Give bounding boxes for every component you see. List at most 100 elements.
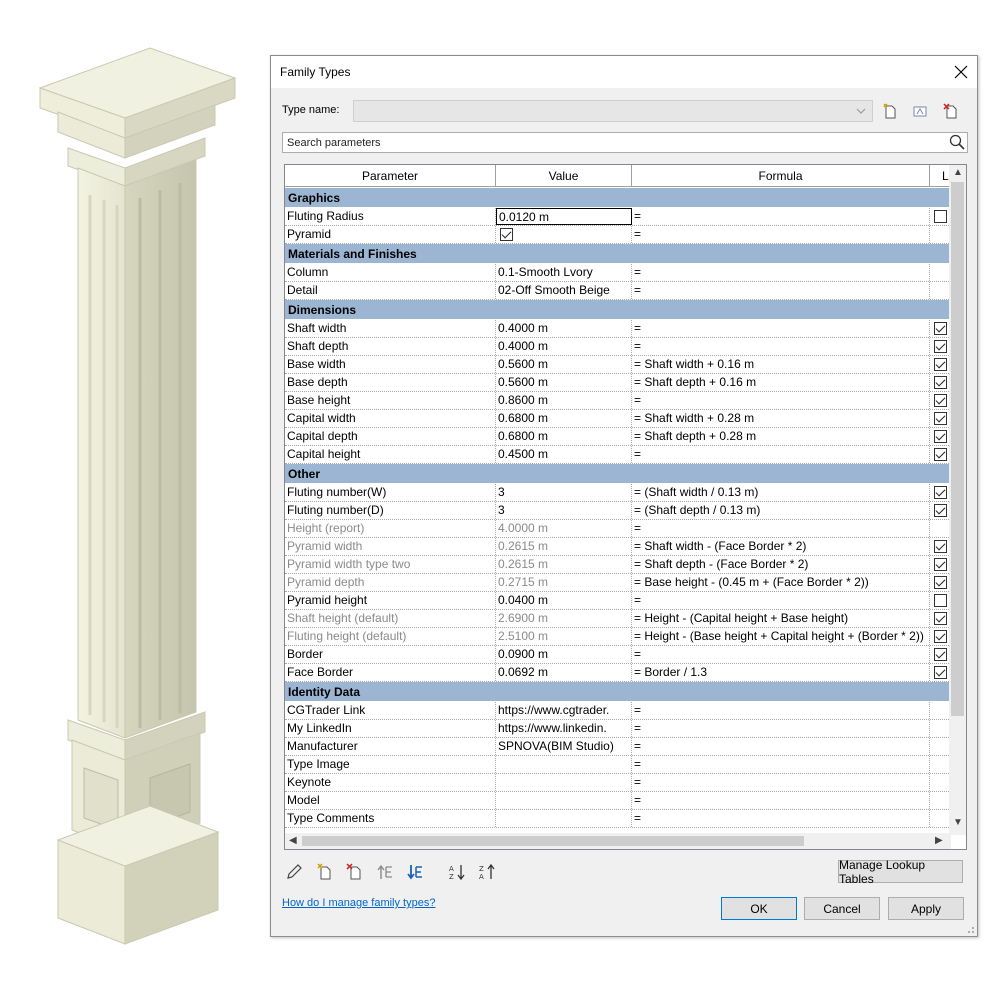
parameter-value[interactable]: https://www.linkedin.: [496, 720, 632, 737]
parameter-formula[interactable]: =: [632, 592, 930, 609]
parameter-row[interactable]: Pyramid width 0.2615 m = Shaft width - (Fa…: [285, 538, 951, 556]
parameter-name[interactable]: CGTrader Link: [285, 702, 496, 719]
parameter-row[interactable]: CGTrader Link https://www.cgtrader. =: [285, 702, 951, 720]
parameter-row[interactable]: Base width 0.5600 m = Shaft width + 0.16 m: [285, 356, 951, 374]
scroll-down-icon[interactable]: ▼: [953, 817, 963, 828]
parameter-name[interactable]: Model: [285, 792, 496, 809]
parameter-value[interactable]: 0.5600 m: [496, 374, 632, 391]
parameter-name[interactable]: Base height: [285, 392, 496, 409]
scroll-up-icon[interactable]: ▲: [953, 167, 963, 178]
parameter-value[interactable]: 0.2615 m: [496, 538, 632, 555]
new-type-button[interactable]: [881, 102, 899, 120]
parameter-row[interactable]: Type Image =: [285, 756, 951, 774]
parameter-value[interactable]: https://www.cgtrader.: [496, 702, 632, 719]
parameter-value[interactable]: 0.2715 m: [496, 574, 632, 591]
parameter-name[interactable]: Capital height: [285, 446, 496, 463]
parameter-name[interactable]: Column: [285, 264, 496, 281]
sort-ascending-button[interactable]: AZ: [447, 862, 467, 882]
parameter-value[interactable]: 0.0692 m: [496, 664, 632, 681]
rename-type-button[interactable]: [911, 102, 929, 120]
parameter-row[interactable]: Detail 02-Off Smooth Beige =: [285, 282, 951, 300]
lock-checkbox[interactable]: [934, 322, 947, 335]
parameter-formula[interactable]: =: [632, 446, 930, 463]
group-header[interactable]: Materials and Finishes: [285, 244, 951, 264]
lock-checkbox[interactable]: [934, 504, 947, 517]
value-checkbox[interactable]: [500, 228, 513, 241]
parameter-name[interactable]: Border: [285, 646, 496, 663]
header-formula[interactable]: Formula: [632, 165, 930, 187]
help-link[interactable]: How do I manage family types?: [282, 897, 435, 909]
parameter-row[interactable]: Pyramid height 0.0400 m =: [285, 592, 951, 610]
parameter-name[interactable]: Fluting Radius: [285, 208, 496, 225]
parameter-formula[interactable]: =: [632, 774, 930, 791]
parameter-value[interactable]: 0.6800 m: [496, 428, 632, 445]
scroll-right-icon[interactable]: ▶: [935, 835, 943, 846]
parameter-value[interactable]: [496, 810, 632, 827]
lock-checkbox[interactable]: [934, 394, 947, 407]
parameter-formula[interactable]: =: [632, 282, 930, 299]
parameter-value[interactable]: [496, 226, 632, 243]
parameter-formula[interactable]: =: [632, 208, 930, 225]
parameter-formula[interactable]: = Border / 1.3: [632, 664, 930, 681]
parameter-formula[interactable]: = Shaft depth + 0.16 m: [632, 374, 930, 391]
lock-checkbox[interactable]: [934, 630, 947, 643]
header-lock[interactable]: L: [930, 165, 951, 187]
parameter-row[interactable]: Fluting number(W) 3 = (Shaft width / 0.13 …: [285, 484, 951, 502]
parameter-name[interactable]: Pyramid width: [285, 538, 496, 555]
delete-parameter-button[interactable]: [345, 862, 365, 882]
parameter-row[interactable]: Shaft height (default) 2.6900 m = Height -…: [285, 610, 951, 628]
parameter-row[interactable]: Fluting height (default) 2.5100 m = Height…: [285, 628, 951, 646]
parameter-name[interactable]: Base depth: [285, 374, 496, 391]
parameter-formula[interactable]: =: [632, 720, 930, 737]
parameter-value[interactable]: [496, 756, 632, 773]
lock-checkbox[interactable]: [934, 540, 947, 553]
parameter-name[interactable]: Type Image: [285, 756, 496, 773]
delete-type-button[interactable]: [942, 102, 960, 120]
horizontal-scroll-thumb[interactable]: [302, 836, 804, 846]
parameter-row[interactable]: Keynote =: [285, 774, 951, 792]
parameter-formula[interactable]: = Height - (Capital height + Base height…: [632, 610, 930, 627]
parameter-name[interactable]: Shaft height (default): [285, 610, 496, 627]
parameter-value[interactable]: 0.4000 m: [496, 338, 632, 355]
cancel-button[interactable]: Cancel: [804, 897, 880, 920]
parameter-formula[interactable]: =: [632, 756, 930, 773]
parameter-value[interactable]: 2.5100 m: [496, 628, 632, 645]
parameter-formula[interactable]: =: [632, 320, 930, 337]
group-header[interactable]: Graphics: [285, 188, 951, 208]
parameter-value[interactable]: 2.6900 m: [496, 610, 632, 627]
parameter-name[interactable]: Capital width: [285, 410, 496, 427]
parameter-value[interactable]: 0.4000 m: [496, 320, 632, 337]
parameter-name[interactable]: Fluting number(D): [285, 502, 496, 519]
parameter-row[interactable]: Shaft depth 0.4000 m =: [285, 338, 951, 356]
parameter-formula[interactable]: =: [632, 702, 930, 719]
lock-checkbox[interactable]: [934, 376, 947, 389]
vertical-scrollbar[interactable]: ▲ ▼: [949, 165, 966, 835]
parameter-name[interactable]: My LinkedIn: [285, 720, 496, 737]
ok-button[interactable]: OK: [721, 897, 797, 920]
parameter-formula[interactable]: =: [632, 392, 930, 409]
parameter-value[interactable]: 3: [496, 502, 632, 519]
parameter-value[interactable]: 0.5600 m: [496, 356, 632, 373]
parameter-value[interactable]: [496, 774, 632, 791]
header-parameter[interactable]: Parameter: [285, 165, 496, 187]
group-header[interactable]: Dimensions: [285, 300, 951, 320]
parameter-row[interactable]: My LinkedIn https://www.linkedin. =: [285, 720, 951, 738]
parameter-row[interactable]: Base depth 0.5600 m = Shaft depth + 0.16 m: [285, 374, 951, 392]
lock-checkbox[interactable]: [934, 594, 947, 607]
parameter-name[interactable]: Detail: [285, 282, 496, 299]
horizontal-scrollbar[interactable]: ◀ ▶: [285, 833, 951, 849]
lock-checkbox[interactable]: [934, 576, 947, 589]
parameter-name[interactable]: Face Border: [285, 664, 496, 681]
lock-checkbox[interactable]: [934, 648, 947, 661]
parameter-value[interactable]: 0.2615 m: [496, 556, 632, 573]
resize-grip-icon[interactable]: [965, 924, 975, 934]
parameter-name[interactable]: Fluting number(W): [285, 484, 496, 501]
parameter-formula[interactable]: = Height - (Base height + Capital height…: [632, 628, 930, 645]
parameter-name[interactable]: Pyramid height: [285, 592, 496, 609]
parameter-name[interactable]: Capital depth: [285, 428, 496, 445]
lock-checkbox[interactable]: [934, 430, 947, 443]
lock-checkbox[interactable]: [934, 486, 947, 499]
parameter-formula[interactable]: = Shaft width + 0.28 m: [632, 410, 930, 427]
parameter-row[interactable]: Pyramid =: [285, 226, 951, 244]
parameter-value[interactable]: SPNOVA(BIM Studio): [496, 738, 632, 755]
